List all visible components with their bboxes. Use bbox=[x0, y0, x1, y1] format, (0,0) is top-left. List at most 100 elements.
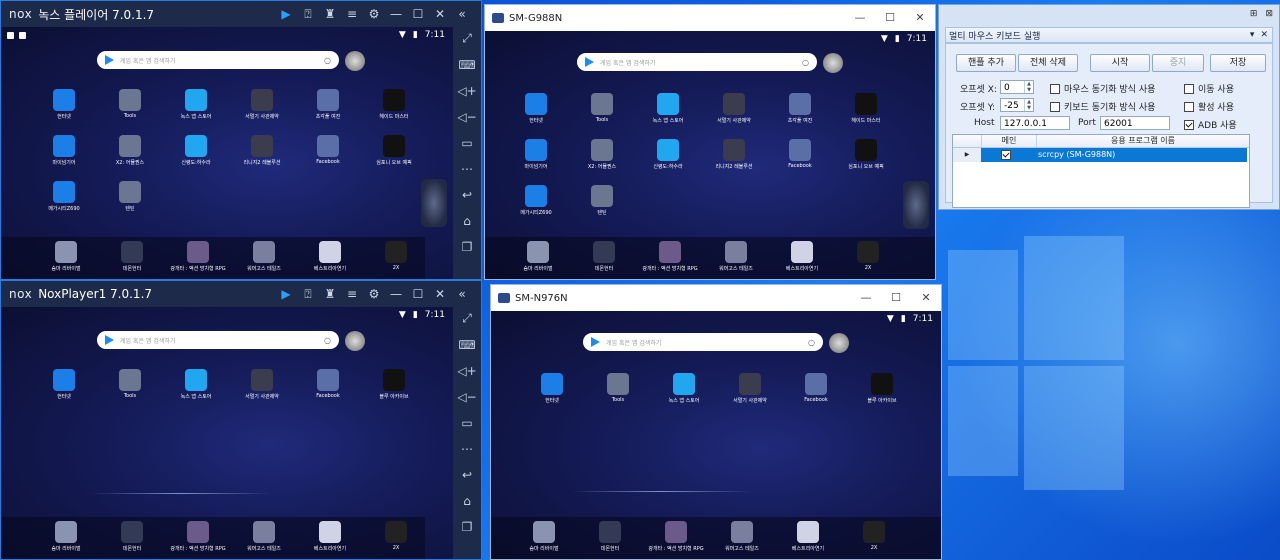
app-icon[interactable]: Tools bbox=[585, 373, 651, 403]
app-icon[interactable]: 2X bbox=[835, 241, 901, 271]
minimize-icon[interactable]: — bbox=[851, 285, 881, 311]
app-icon[interactable]: 2X bbox=[841, 521, 907, 551]
app-icon[interactable]: 데몬헌터 bbox=[99, 241, 165, 272]
column-app-name[interactable]: 응용 프로그램 이름 bbox=[1037, 135, 1249, 147]
recents-icon[interactable]: ❐ bbox=[462, 520, 473, 534]
volume-down-icon[interactable]: ◁− bbox=[457, 390, 476, 404]
app-icon[interactable]: 헤이드 마스터 bbox=[361, 89, 427, 120]
app-icon[interactable]: 녹스 앱 스토어 bbox=[651, 373, 717, 404]
table-row[interactable]: ▶ scrcpy (SM-G988N) bbox=[953, 148, 1249, 162]
close-icon[interactable]: ✕ bbox=[911, 285, 941, 311]
maximize-icon[interactable]: ☐ bbox=[407, 7, 429, 21]
menu-icon[interactable]: ≡ bbox=[341, 287, 363, 301]
port-field[interactable]: 62001 bbox=[1100, 116, 1170, 130]
mascot-icon[interactable] bbox=[345, 331, 365, 351]
android-screen[interactable]: ▼ ▮ 7:11 게임 혹은 앱 검색하기 ○ 헌터넷 Tools 녹스 앱 스토어 서멀… bbox=[1, 307, 453, 559]
start-button[interactable]: 시작 bbox=[1090, 54, 1150, 72]
scrcpy-window-2[interactable]: SM-N976N — ☐ ✕ ▼ ▮ 7:11 게임 혹은 앱 검색하기 ○ 헌터넷… bbox=[490, 284, 942, 560]
app-icon[interactable]: 서멀기 사관제약 bbox=[229, 369, 295, 400]
collapse-icon[interactable]: « bbox=[451, 7, 473, 21]
offset-x-spinner[interactable]: 0 ▲ ▼ bbox=[1000, 80, 1034, 94]
app-icon[interactable]: X2: 어뮬퀀스 bbox=[97, 135, 163, 166]
keyboard-icon[interactable]: ⌨ bbox=[458, 338, 475, 352]
search-icon[interactable]: ○ bbox=[802, 58, 809, 67]
app-icon[interactable]: 광개타 : 액션 방치형 RPG bbox=[643, 521, 709, 552]
volume-up-icon[interactable]: ◁+ bbox=[457, 84, 476, 98]
app-icon[interactable]: 데몬헌터 bbox=[577, 521, 643, 552]
app-icon[interactable]: 베스트리아연기 bbox=[775, 521, 841, 552]
app-icon[interactable]: 마이넘기어 bbox=[503, 139, 569, 170]
app-icon[interactable]: 녹스 앱 스토어 bbox=[163, 369, 229, 400]
checkbox-icon[interactable] bbox=[1184, 101, 1194, 112]
app-icon[interactable]: 워머고스 테일즈 bbox=[231, 521, 297, 552]
mascot-icon[interactable] bbox=[823, 53, 843, 73]
nox-titlebar[interactable]: nox NoxPlayer1 7.0.1.7 ▶ ⍰ ♜ ≡ ⚙ — ☐ ✕ « bbox=[1, 281, 481, 307]
app-icon[interactable]: 서멀기 사관제약 bbox=[701, 93, 767, 124]
app-icon[interactable]: 워머고스 테일즈 bbox=[231, 241, 297, 272]
app-icon[interactable]: 헌터넷 bbox=[31, 369, 97, 400]
app-icon[interactable]: 광개타 : 액션 방치형 RPG bbox=[165, 241, 231, 272]
volume-down-icon[interactable]: ◁− bbox=[457, 110, 476, 124]
app-icon[interactable]: Tools bbox=[97, 369, 163, 399]
delete-all-button[interactable]: 전체 삭제 bbox=[1018, 54, 1078, 72]
app-icon[interactable]: 데몬헌터 bbox=[571, 241, 637, 272]
active-checkbox[interactable]: 활성 사용 bbox=[1184, 100, 1234, 113]
app-icon[interactable]: 베스트리아연기 bbox=[297, 241, 363, 272]
back-icon[interactable]: ↩ bbox=[462, 188, 472, 202]
app-icon[interactable]: 녹스 앱 스토어 bbox=[635, 93, 701, 124]
device-table[interactable]: 메인 응용 프로그램 이름 ▶ scrcpy (SM-G988N) bbox=[952, 134, 1250, 208]
app-icon[interactable]: 텐틴 bbox=[97, 181, 163, 212]
app-icon[interactable]: 메가시티Z690 bbox=[503, 185, 569, 216]
android-screen[interactable]: ▼ ▮ 7:11 게임 혹은 앱 검색하기 ○ 헌터넷 Tools 녹스 앱 스토어 서멀… bbox=[485, 31, 935, 279]
app-icon[interactable]: 베스트리아연기 bbox=[297, 521, 363, 552]
app-name-cell[interactable]: scrcpy (SM-G988N) bbox=[1035, 148, 1247, 162]
main-cell[interactable] bbox=[981, 148, 1035, 162]
close-icon[interactable]: ✕ bbox=[905, 5, 935, 31]
maximize-icon[interactable]: ☐ bbox=[407, 287, 429, 301]
checkbox-icon[interactable] bbox=[1184, 119, 1194, 130]
app-icon[interactable]: X2: 어뮬퀀스 bbox=[569, 139, 635, 170]
menu-icon[interactable]: ≡ bbox=[341, 7, 363, 21]
app-icon[interactable]: Facebook bbox=[295, 369, 361, 399]
app-icon[interactable]: 서멀기 사관제약 bbox=[717, 373, 783, 404]
recents-icon[interactable]: ❐ bbox=[462, 240, 473, 254]
app-icon[interactable]: 메가시티Z690 bbox=[31, 181, 97, 212]
app-icon[interactable]: 리니지2 레볼루션 bbox=[701, 139, 767, 170]
app-icon[interactable]: 숨마 리바이벌 bbox=[505, 241, 571, 272]
app-icon[interactable]: 숨마 리바이벌 bbox=[33, 241, 99, 272]
play-icon[interactable]: ▶ bbox=[275, 287, 297, 301]
search-icon[interactable]: ○ bbox=[808, 338, 815, 347]
pin-icon[interactable]: ⊞ bbox=[1250, 9, 1258, 19]
help-icon[interactable]: ⍰ bbox=[297, 287, 319, 302]
app-icon[interactable]: 텐틴 bbox=[569, 185, 635, 216]
theme-icon[interactable]: ♜ bbox=[319, 287, 341, 301]
volume-up-icon[interactable]: ◁+ bbox=[457, 364, 476, 378]
checkbox-icon[interactable] bbox=[1050, 83, 1060, 94]
screen-icon[interactable]: ▭ bbox=[461, 416, 472, 430]
expand-icon[interactable]: ⤢ bbox=[462, 31, 472, 46]
app-icon[interactable]: 베스트리아연기 bbox=[769, 241, 835, 272]
app-icon[interactable]: 초각풀 여진 bbox=[295, 89, 361, 120]
app-icon[interactable]: 마이넘기어 bbox=[31, 135, 97, 166]
app-icon[interactable]: 숨마 리바이벌 bbox=[33, 521, 99, 552]
checkbox-icon[interactable] bbox=[1001, 150, 1011, 160]
theme-icon[interactable]: ♜ bbox=[319, 7, 341, 21]
play-icon[interactable]: ▶ bbox=[275, 7, 297, 21]
multi-mouse-dialog[interactable]: ⊞ ⊠ 멀티 마우스 키보드 실행 ▾ ✕ 핸플 추가 전체 삭제 시작 중지 저… bbox=[938, 4, 1280, 210]
adb-checkbox[interactable]: ADB 사용 bbox=[1184, 118, 1237, 131]
keyboard-sync-checkbox[interactable]: 키보드 동기화 방식 사용 bbox=[1050, 100, 1155, 113]
app-icon[interactable]: 헌터넷 bbox=[503, 93, 569, 124]
app-icon[interactable]: 숨마 리바이벌 bbox=[511, 521, 577, 552]
minimize-icon[interactable]: — bbox=[385, 7, 407, 21]
stop-button[interactable]: 중지 bbox=[1152, 54, 1204, 72]
app-icon[interactable]: 헌터넷 bbox=[31, 89, 97, 120]
dialog-caption[interactable]: 멀티 마우스 키보드 실행 ▾ ✕ bbox=[945, 27, 1273, 43]
search-bar[interactable]: 게임 혹은 앱 검색하기 ○ bbox=[97, 331, 339, 349]
collapse-icon[interactable]: « bbox=[451, 287, 473, 301]
spin-arrows-icon[interactable]: ▲ ▼ bbox=[1024, 81, 1033, 93]
app-icon[interactable]: 2X bbox=[363, 521, 429, 551]
app-icon[interactable]: 리니지2 레볼루션 bbox=[229, 135, 295, 166]
app-icon[interactable]: 2X bbox=[363, 241, 429, 271]
mouse-sync-checkbox[interactable]: 마우스 동기화 방식 사용 bbox=[1050, 82, 1155, 95]
scrcpy-window-1[interactable]: SM-G988N — ☐ ✕ ▼ ▮ 7:11 게임 혹은 앱 검색하기 ○ 헌터넷… bbox=[484, 4, 936, 280]
